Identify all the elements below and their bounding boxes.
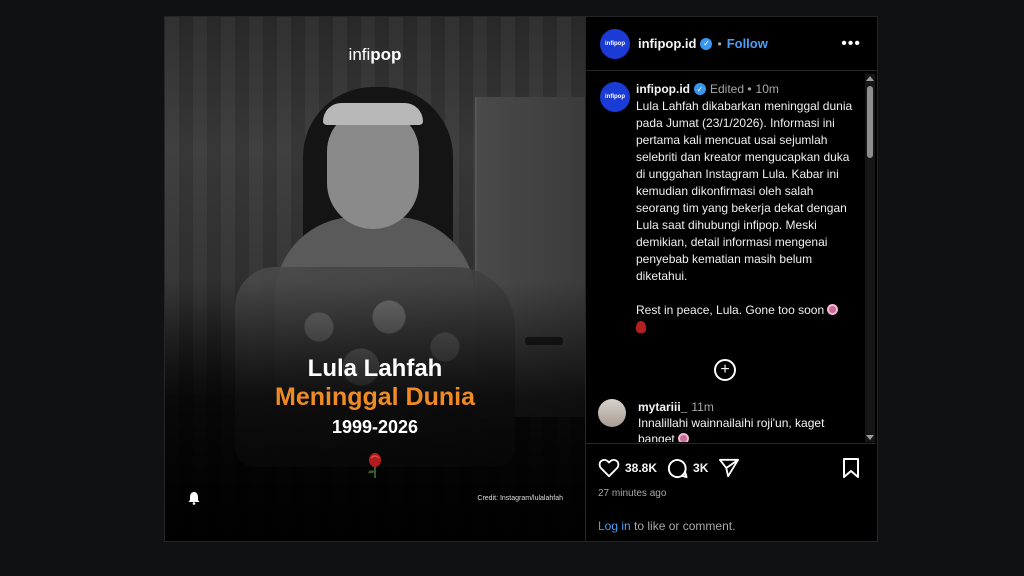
like-count: 38.8K [625,461,658,475]
caption-paragraph-2: Rest in peace, Lula. Gone too soon [636,302,854,336]
caption-paragraph-2-text: Rest in peace, Lula. Gone too soon [636,303,825,317]
bell-icon[interactable] [187,491,201,505]
author-avatar[interactable]: infipop [600,28,630,59]
header-separator: • [717,36,722,51]
like-heart-icon[interactable] [598,458,620,478]
caption-username[interactable]: infipop.id [636,82,690,96]
post-modal: infipop Lula Lahfah Meninggal Dunia 1999… [164,16,878,542]
post-image[interactable]: infipop Lula Lahfah Meninggal Dunia 1999… [165,17,585,541]
person-headband [323,103,423,125]
login-link[interactable]: Log in [598,519,631,533]
commenter-avatar[interactable] [598,399,626,427]
login-text: to like or comment. [630,519,736,533]
more-options-icon[interactable]: ••• [841,35,861,53]
comment-bubble-icon[interactable] [667,458,688,479]
emoji-icon [827,304,839,315]
image-name: Lula Lahfah [307,355,443,382]
person-face [327,109,419,229]
rose-icon [368,453,381,478]
image-years: 1999-2026 [331,417,419,437]
follow-button[interactable]: Follow [727,36,768,51]
caption-text: Lula Lahfah dikabarkan meninggal dunia p… [636,98,854,336]
post-sidebar: infipop infipop.id ✓ • Follow ••• infipo… [585,17,877,541]
scrollbar-thumb[interactable] [867,86,873,158]
rose-emoji-icon [636,321,646,333]
post-caption: infipop infipop.id ✓ Edited • 10m Lula L… [586,72,876,336]
caption-meta: infipop.id ✓ Edited • 10m [636,82,854,96]
comment-body: mytariii_ 11m Innalillahi wainnailaihi ro… [638,399,848,442]
login-prompt: Log in to like or comment. [598,519,735,533]
post-actions: 38.8K 3K 27 minutes ago [586,443,876,499]
scroll-up-arrow-icon[interactable] [866,76,874,81]
caption-body: infipop.id ✓ Edited • 10m Lula Lahfah di… [636,82,854,336]
post-timestamp: 27 minutes ago [598,488,667,499]
brand-logo: infipop [165,45,585,65]
post-header: infipop infipop.id ✓ • Follow ••• [586,17,877,71]
bookmark-icon[interactable] [842,458,860,478]
comments-scroll-area[interactable]: infipop infipop.id ✓ Edited • 10m Lula L… [586,72,876,442]
load-more-comments-icon[interactable]: + [714,359,736,381]
scrollbar[interactable] [865,74,875,442]
emoji-icon [678,433,690,442]
caption-avatar[interactable]: infipop [600,82,630,112]
comment-count: 3K [693,461,709,475]
verified-badge-icon: ✓ [693,83,706,95]
comment-text: Innalillahi wainnailaihi roji'un, kaget … [638,416,825,442]
verified-badge-icon: ✓ [700,37,713,50]
author-username[interactable]: infipop.id [638,36,696,51]
comment-item: mytariii_ 11m Innalillahi wainnailaihi ro… [598,399,848,442]
edited-label: Edited • [709,82,752,96]
brand-prefix: infi [348,45,371,64]
comment-time: 11m [691,400,714,414]
caption-paragraph-1: Lula Lahfah dikabarkan meninggal dunia p… [636,99,853,283]
image-credit: Credit: Instagram/lulalahfah [477,495,563,502]
image-headline: Meninggal Dunia [275,383,475,411]
caption-time: 10m [755,82,779,96]
scroll-down-arrow-icon[interactable] [866,435,874,440]
action-row: 38.8K 3K [598,456,864,480]
brand-suffix: pop [370,45,402,64]
share-send-icon[interactable] [718,458,740,478]
commenter-username[interactable]: mytariii_ [638,400,687,414]
